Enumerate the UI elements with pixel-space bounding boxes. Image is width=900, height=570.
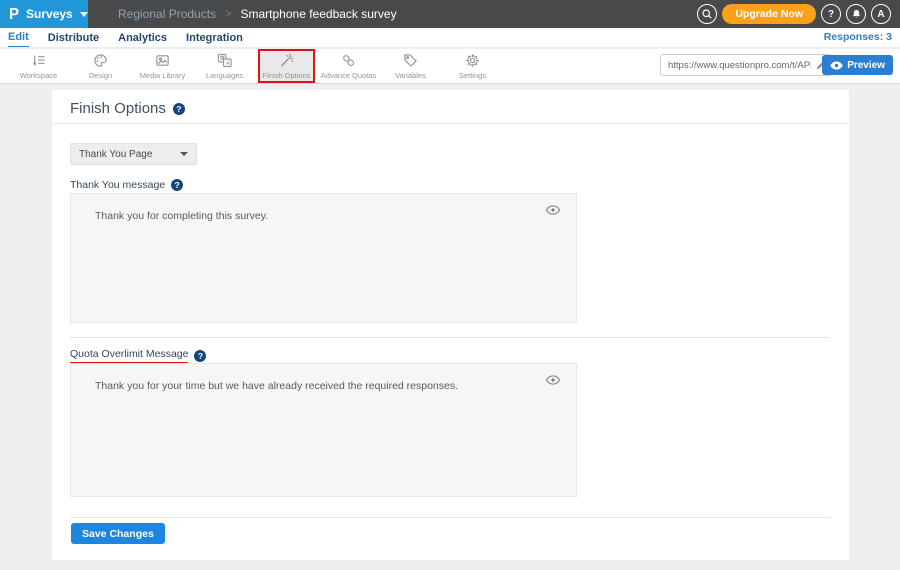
eye-icon xyxy=(546,375,560,385)
eye-icon xyxy=(546,205,560,215)
main-content: Finish Options ? Thank You Page Thank Yo… xyxy=(0,85,900,570)
survey-url-field xyxy=(660,54,832,76)
preview-button[interactable]: Preview xyxy=(822,55,893,75)
title-divider xyxy=(52,123,849,124)
finish-type-value: Thank You Page xyxy=(79,149,152,160)
toolbar-item-settings[interactable]: Settings xyxy=(444,49,501,83)
breadcrumb-survey-title: Smartphone feedback survey xyxy=(241,7,397,21)
workspace-icon xyxy=(31,53,46,68)
finish-type-select[interactable]: Thank You Page xyxy=(70,143,197,165)
quota-overlimit-label: Quota Overlimit Message xyxy=(70,348,188,364)
search-icon xyxy=(701,8,713,20)
section-tabs: Edit Distribute Analytics Integration xyxy=(8,28,243,48)
quota-overlimit-box: Thank you for your time but we have alre… xyxy=(70,363,577,497)
topbar-actions: Upgrade Now ? A xyxy=(697,4,891,24)
top-navbar: P Surveys Regional Products > Smartphone… xyxy=(0,0,900,28)
responses-count[interactable]: Responses: 3 xyxy=(824,31,892,43)
questionpro-logo: P xyxy=(9,5,19,23)
eye-icon xyxy=(830,61,843,70)
product-menu-label: Surveys xyxy=(26,7,73,21)
search-button[interactable] xyxy=(697,4,717,24)
footer-divider xyxy=(70,517,830,518)
quota-overlimit-preview-button[interactable] xyxy=(546,372,560,390)
languages-icon: A xyxy=(217,53,232,68)
survey-url-input[interactable] xyxy=(660,54,832,76)
save-changes-button[interactable]: Save Changes xyxy=(71,523,165,544)
surveys-product-menu[interactable]: P Surveys xyxy=(0,0,88,28)
tab-integration[interactable]: Integration xyxy=(186,30,243,47)
tab-edit[interactable]: Edit xyxy=(8,29,29,47)
thank-you-message-box: Thank you for completing this survey. xyxy=(70,193,577,323)
upgrade-now-button[interactable]: Upgrade Now xyxy=(722,4,816,24)
breadcrumb-separator: > xyxy=(225,8,231,20)
advance-quotas-icon xyxy=(341,53,356,68)
chevron-down-icon xyxy=(180,152,188,156)
finish-options-help-icon[interactable]: ? xyxy=(173,103,185,115)
svg-text:A: A xyxy=(226,61,230,67)
questionpro-app: P Surveys Regional Products > Smartphone… xyxy=(0,0,900,570)
design-icon xyxy=(93,53,108,68)
settings-icon xyxy=(465,53,480,68)
quota-overlimit-help-icon[interactable]: ? xyxy=(194,350,206,362)
toolbar-item-design[interactable]: Design xyxy=(72,49,129,83)
finish-options-icon xyxy=(279,53,294,68)
finish-options-panel: Finish Options ? Thank You Page Thank Yo… xyxy=(52,90,849,560)
survey-section-nav: Edit Distribute Analytics Integration Re… xyxy=(0,28,900,48)
tab-distribute[interactable]: Distribute xyxy=(48,30,99,47)
toolbar-item-workspace[interactable]: Workspace xyxy=(10,49,67,83)
edit-toolbar: Workspace Design Media Library xyxy=(0,49,900,84)
bell-icon xyxy=(851,8,862,20)
notifications-button[interactable] xyxy=(846,4,866,24)
quota-overlimit-textarea[interactable]: Thank you for your time but we have alre… xyxy=(71,364,576,496)
toolbar-item-variables[interactable]: Variables xyxy=(382,49,439,83)
page-title: Finish Options xyxy=(70,100,166,117)
thank-you-message-label: Thank You message xyxy=(70,179,165,191)
tab-analytics[interactable]: Analytics xyxy=(118,30,167,47)
toolbar-item-media-library[interactable]: Media Library xyxy=(134,49,191,83)
section-divider xyxy=(70,337,830,338)
preview-label: Preview xyxy=(847,60,885,71)
account-avatar[interactable]: A xyxy=(871,4,891,24)
thank-you-help-icon[interactable]: ? xyxy=(171,179,183,191)
toolbar-items: Workspace Design Media Library xyxy=(10,49,501,83)
chevron-down-icon xyxy=(80,12,88,17)
thank-you-message-textarea[interactable]: Thank you for completing this survey. xyxy=(71,194,576,322)
toolbar-item-finish-options[interactable]: Finish Options xyxy=(258,49,315,83)
help-button[interactable]: ? xyxy=(821,4,841,24)
breadcrumb-folder[interactable]: Regional Products xyxy=(118,7,216,21)
toolbar-item-languages[interactable]: A Languages xyxy=(196,49,253,83)
breadcrumb: Regional Products > Smartphone feedback … xyxy=(118,0,397,28)
toolbar-item-advance-quotas[interactable]: Advance Quotas xyxy=(320,49,377,83)
thank-you-preview-button[interactable] xyxy=(546,202,560,220)
variables-icon xyxy=(403,53,418,68)
media-library-icon xyxy=(155,53,170,68)
